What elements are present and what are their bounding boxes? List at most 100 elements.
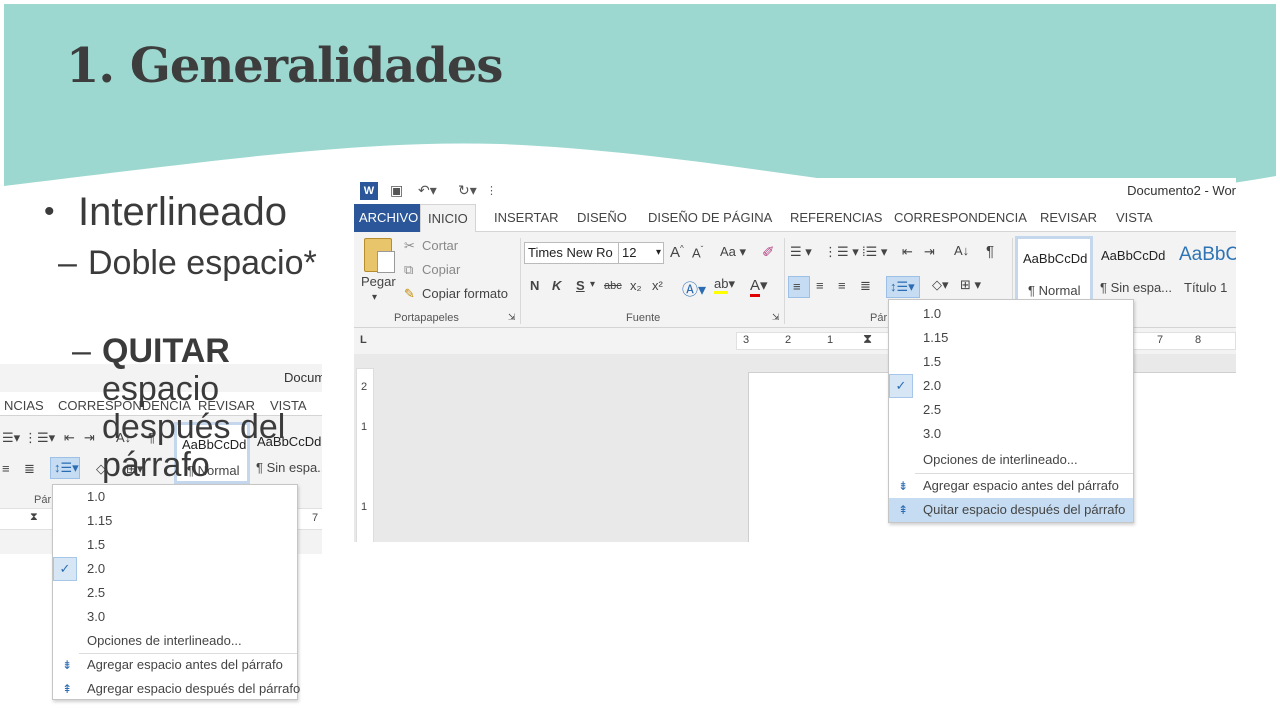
menu-item-line-spacing-options[interactable]: Opciones de interlineado... <box>889 448 1133 472</box>
tab-insertar[interactable]: INSERTAR <box>490 204 563 232</box>
font-launcher-icon[interactable]: ⇲ <box>772 312 780 323</box>
menu-item-add-space-after[interactable]: ⇞ Agregar espacio después del párrafo <box>53 677 300 701</box>
tab-diseno[interactable]: DISEÑO <box>573 204 631 232</box>
highlight-color-icon[interactable]: ab▾ <box>714 276 735 294</box>
decrease-indent-icon[interactable]: ⇤ <box>902 244 913 260</box>
font-size-box[interactable]: 12 ▾ <box>618 242 664 264</box>
menu-item-2-0[interactable]: ✓ 2.0 <box>889 374 1133 398</box>
underline-dropdown-icon[interactable]: ▾ <box>590 279 595 290</box>
paragraph-group-label: Pár <box>34 494 52 506</box>
paste-icon[interactable] <box>364 238 395 273</box>
justify-icon[interactable]: ≣ <box>860 278 871 294</box>
bold-button[interactable]: N <box>530 278 539 293</box>
format-painter-icon: ✎ <box>404 286 415 301</box>
tab-selector[interactable]: L <box>360 334 367 346</box>
line-spacing-button[interactable]: ↕☰▾ <box>886 276 920 298</box>
style-heading-1[interactable]: AaBbC Título 1 <box>1174 236 1236 302</box>
menu-item-1-15[interactable]: 1.15 <box>889 326 1133 350</box>
menu-item-label: Agregar espacio antes del párrafo <box>87 657 283 672</box>
justify-icon[interactable]: ≣ <box>24 461 35 477</box>
sub-bullet-item: – QUITAR espacio después del párrafo <box>72 332 332 484</box>
customize-icon[interactable]: ⋮ <box>486 184 497 197</box>
style-no-spacing[interactable]: AaBbCcDd ¶ Sin espa... <box>1096 236 1174 302</box>
menu-item-2-5[interactable]: 2.5 <box>53 581 297 605</box>
paste-button[interactable]: Pegar <box>361 274 396 289</box>
bullet-text: Interlineado <box>78 190 288 234</box>
menu-item-add-space-before[interactable]: ⇟ Agregar espacio antes del párrafo <box>53 653 297 677</box>
font-size-value: 12 <box>622 245 637 260</box>
font-size-dropdown-icon: ▾ <box>655 247 661 258</box>
text-effects-icon[interactable]: Ⓐ▾ <box>682 276 706 300</box>
underline-button[interactable]: S <box>576 278 585 293</box>
align-left-icon: ≡ <box>793 279 801 294</box>
menu-item-label: Quitar espacio después del párrafo <box>923 502 1126 517</box>
sub-bullet-dash: – <box>72 332 91 370</box>
tab-vista[interactable]: VISTA <box>1112 204 1157 232</box>
save-icon[interactable]: ▣ <box>390 182 403 199</box>
cut-button[interactable]: Cortar <box>422 238 458 253</box>
menu-item-3-0[interactable]: 3.0 <box>889 422 1133 446</box>
tab-revisar[interactable]: REVISAR <box>1036 204 1101 232</box>
increase-indent-icon[interactable]: ⇥ <box>924 244 935 260</box>
menu-item-1-0[interactable]: 1.0 <box>53 485 297 509</box>
undo-icon[interactable]: ↶▾ <box>418 182 437 199</box>
tab-diseno-pagina[interactable]: DISEÑO DE PÁGINA <box>644 204 776 232</box>
grow-font-icon[interactable]: A^ <box>670 244 684 261</box>
ruler-tick: 7 <box>1157 334 1164 346</box>
cut-icon: ✂ <box>404 238 415 253</box>
line-spacing-menu: 1.0 1.15 1.5 ✓ 2.0 2.5 3.0 Opciones de i… <box>888 299 1134 523</box>
vertical-ruler: 2 1 1 <box>356 368 374 542</box>
font-color-icon[interactable]: A▾ <box>750 276 768 297</box>
space-before-icon: ⇟ <box>897 479 909 493</box>
tab-archivo[interactable]: ARCHIVO <box>354 204 424 232</box>
align-center-icon[interactable]: ≡ <box>816 278 824 293</box>
menu-item-2-0[interactable]: ✓ 2.0 <box>53 557 297 581</box>
sort-icon[interactable]: A↓ <box>954 243 969 258</box>
italic-button[interactable]: K <box>552 278 561 293</box>
space-before-icon: ⇟ <box>61 658 73 672</box>
bullets-icon[interactable]: ☰▾ <box>2 430 20 446</box>
tab-referencias[interactable]: REFERENCIAS <box>786 204 886 232</box>
menu-item-1-5[interactable]: 1.5 <box>53 533 297 557</box>
change-case-button[interactable]: Aa ▾ <box>720 244 746 260</box>
align-right-icon[interactable]: ≡ <box>2 461 10 476</box>
menu-item-2-5[interactable]: 2.5 <box>889 398 1133 422</box>
format-painter-button[interactable]: Copiar formato <box>422 286 508 301</box>
indent-marker-icon[interactable]: ⧗ <box>30 511 38 524</box>
subscript-button[interactable]: x₂ <box>630 278 642 293</box>
clear-format-icon[interactable]: ✐ <box>762 243 775 261</box>
show-marks-icon[interactable]: ¶ <box>986 243 994 260</box>
menu-item-label: 2.0 <box>923 378 942 393</box>
menu-item-1-5[interactable]: 1.5 <box>889 350 1133 374</box>
tab-referencias[interactable]: NCIAS <box>0 392 48 420</box>
bullets-icon[interactable]: ☰ ▾ <box>790 244 812 260</box>
align-left-button[interactable]: ≡ <box>788 276 810 298</box>
menu-item-add-space-before[interactable]: ⇟ Agregar espacio antes del párrafo <box>889 474 1133 498</box>
shrink-font-icon[interactable]: Aˇ <box>692 245 703 260</box>
tab-correspondencia[interactable]: CORRESPONDENCIA <box>890 204 1031 232</box>
copy-button[interactable]: Copiar <box>422 262 460 277</box>
menu-item-3-0[interactable]: 3.0 <box>53 605 297 629</box>
align-right-icon[interactable]: ≡ <box>838 278 846 293</box>
header-band <box>4 4 1276 200</box>
borders-icon[interactable]: ⊞ ▾ <box>960 277 981 293</box>
strikethrough-button[interactable]: abc <box>604 280 622 292</box>
style-normal[interactable]: AaBbCcDd ¶ Normal <box>1015 236 1093 302</box>
superscript-button[interactable]: x² <box>652 278 663 293</box>
menu-item-1-0[interactable]: 1.0 <box>889 302 1133 326</box>
menu-item-remove-space-after[interactable]: ⇞ Quitar espacio después del párrafo <box>889 498 1133 522</box>
paste-dropdown-icon[interactable]: ▾ <box>372 292 377 303</box>
indent-marker-icon[interactable]: ⧗ <box>863 331 872 347</box>
multilevel-list-icon[interactable]: ⋮☰▾ <box>24 430 55 446</box>
shading-icon[interactable]: ◇▾ <box>932 277 949 293</box>
ruler-tick: 1 <box>827 334 834 346</box>
numbering-icon[interactable]: ⋮☰ ▾ <box>824 244 859 260</box>
multilevel-list-icon[interactable]: ⁞☰ ▾ <box>862 244 887 260</box>
menu-item-1-15[interactable]: 1.15 <box>53 509 297 533</box>
slide-title: 1. Generalidades <box>66 38 503 94</box>
font-name-box[interactable]: Times New Ro <box>524 242 620 264</box>
menu-item-line-spacing-options[interactable]: Opciones de interlineado... <box>53 629 297 653</box>
clipboard-launcher-icon[interactable]: ⇲ <box>508 312 516 323</box>
tab-inicio[interactable]: INICIO <box>420 204 476 233</box>
redo-icon[interactable]: ↻▾ <box>458 182 477 199</box>
